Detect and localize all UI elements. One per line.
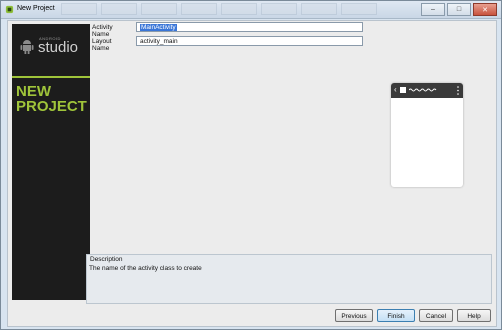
- background-task-item: [181, 3, 217, 15]
- layout-name-label: Layout Name: [92, 38, 112, 52]
- android-studio-app-icon: [5, 5, 14, 14]
- previous-button[interactable]: Previous: [335, 309, 373, 322]
- preview-action-bar: ‹: [391, 83, 463, 98]
- sidebar-heading: NEW PROJECT: [16, 84, 90, 114]
- app-icon-placeholder: [400, 87, 406, 93]
- layout-name-value: activity_main: [140, 38, 178, 45]
- background-taskbar-strip: [61, 3, 377, 15]
- close-button[interactable]: ✕: [473, 3, 497, 16]
- description-label: Description: [90, 256, 123, 263]
- background-task-item: [221, 3, 257, 15]
- android-robot-icon: [20, 40, 34, 54]
- sidebar-heading-line1: NEW: [16, 83, 51, 100]
- title-bar[interactable]: New Project – □ ✕: [1, 1, 501, 19]
- background-task-item: [61, 3, 97, 15]
- cancel-button[interactable]: Cancel: [419, 309, 453, 322]
- overflow-menu-icon: [457, 86, 459, 95]
- description-text: The name of the activity class to create: [89, 265, 202, 272]
- background-task-item: [341, 3, 377, 15]
- activity-name-value: MainActivity: [140, 24, 177, 31]
- activity-name-label: Activity Name: [92, 24, 113, 38]
- maximize-button[interactable]: □: [447, 3, 471, 16]
- background-task-item: [301, 3, 337, 15]
- background-task-item: [141, 3, 177, 15]
- sidebar-divider: [12, 76, 90, 78]
- window-title: New Project: [17, 5, 55, 12]
- background-task-item: [261, 3, 297, 15]
- finish-button[interactable]: Finish: [377, 309, 415, 322]
- minimize-button[interactable]: –: [421, 3, 445, 16]
- background-task-item: [101, 3, 137, 15]
- new-project-window: New Project – □ ✕ ANDROID studio NEW PRO…: [0, 0, 502, 330]
- android-studio-logo: ANDROID studio: [20, 34, 82, 58]
- sidebar-heading-line2: PROJECT: [16, 98, 87, 115]
- wizard-sidebar: ANDROID studio NEW PROJECT: [12, 24, 90, 300]
- window-controls: – □ ✕: [421, 3, 497, 16]
- help-button[interactable]: Help: [457, 309, 491, 322]
- activity-preview-phone: ‹: [391, 83, 463, 187]
- layout-name-input[interactable]: activity_main: [136, 36, 363, 46]
- logo-text: studio: [38, 39, 79, 56]
- activity-name-input[interactable]: MainActivity: [136, 22, 363, 32]
- description-panel: Description The name of the activity cla…: [86, 254, 492, 304]
- dialog-content: ANDROID studio NEW PROJECT Activity Name…: [7, 20, 497, 327]
- title-squiggle-icon: [409, 88, 437, 92]
- back-chevron-icon: ‹: [394, 85, 397, 94]
